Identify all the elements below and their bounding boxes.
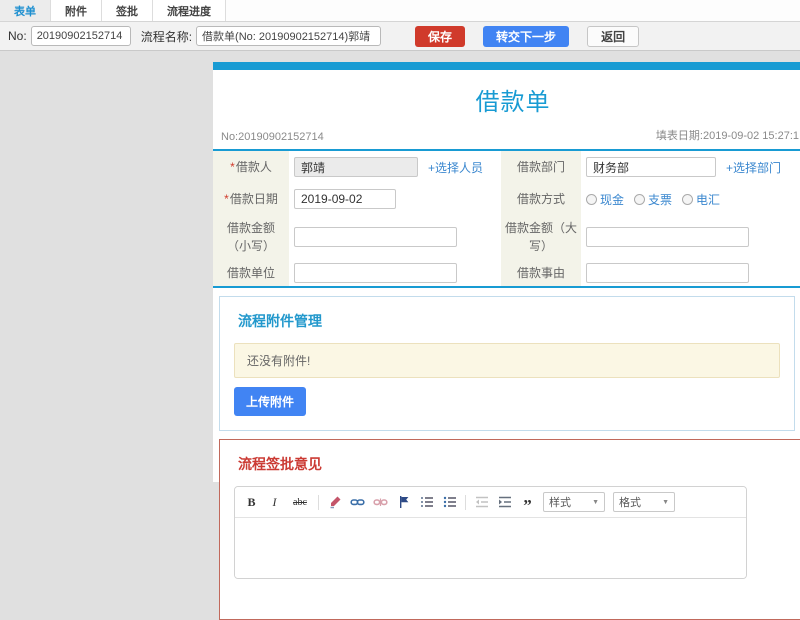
select-department-link[interactable]: +选择部门 [726, 159, 781, 176]
department-field-cell: +选择部门 [581, 151, 800, 183]
borrower-label: 借款人 [235, 160, 272, 174]
tab-approval-label: 签批 [116, 5, 138, 18]
loan-date-label: 借款日期 [229, 192, 278, 206]
reason-label-cell: 借款事由 [501, 259, 581, 286]
loan-method-radio-group: 现金 支票 电汇 [586, 191, 720, 208]
save-button[interactable]: 保存 [415, 25, 466, 47]
attachment-section: 流程附件管理 还没有附件! 上传附件 [219, 296, 795, 431]
radio-wire-label: 电汇 [696, 192, 721, 207]
chevron-down-icon: ▼ [592, 498, 599, 506]
tab-progress[interactable]: 流程进度 [153, 0, 226, 21]
method-field-cell: 现金 支票 电汇 [581, 183, 800, 215]
tab-form[interactable]: 表单 [0, 0, 51, 21]
panel-top-bar [213, 62, 800, 70]
tab-attachments-label: 附件 [65, 5, 87, 18]
approval-section: 流程签批意见 B I abc ” 样式 ▼ 格式 ▼ [219, 439, 800, 620]
radio-cheque[interactable]: 支票 [634, 191, 672, 208]
format-dropdown[interactable]: 格式 ▼ [613, 492, 675, 512]
page-title: 借款单 [475, 89, 551, 116]
amount-upper-input[interactable] [586, 227, 749, 247]
upload-attachment-button[interactable]: 上传附件 [234, 387, 307, 416]
amount-upper-field-cell [581, 215, 800, 259]
format-dropdown-label: 格式 [619, 497, 641, 509]
reason-label: 借款事由 [516, 265, 565, 280]
attachment-heading: 流程附件管理 [238, 313, 322, 329]
radio-cash[interactable]: 现金 [586, 191, 624, 208]
chevron-down-icon: ▼ [662, 498, 669, 506]
amount-lower-input[interactable] [294, 227, 457, 247]
loan-date-field-cell [289, 183, 501, 215]
radio-cash-circle[interactable] [586, 193, 597, 205]
borrower-field-cell: +选择人员 [289, 151, 501, 183]
process-name-input[interactable] [196, 26, 382, 46]
rich-text-editor: B I abc ” 样式 ▼ 格式 ▼ [234, 486, 747, 579]
department-label: 借款部门 [516, 160, 565, 174]
required-mark: * [224, 192, 229, 206]
department-input[interactable] [586, 157, 716, 177]
action-toolbar: No: 流程名称: 保存 转交下一步 返回 [0, 22, 800, 51]
amount-lower-label-cell: 借款金额（小写） [213, 215, 289, 259]
borrower-input[interactable] [294, 157, 418, 177]
method-label: 借款方式 [516, 192, 565, 206]
amount-lower-label: 借款金额（小写） [226, 221, 275, 253]
tab-approval[interactable]: 签批 [102, 0, 153, 21]
remove-format-icon[interactable] [327, 494, 342, 510]
loan-form-table: *借款人 +选择人员 借款部门 +选择部门 *借款日期 借款方式 现金 [213, 149, 800, 288]
required-mark: * [230, 160, 235, 174]
loan-date-label-cell: * 借款日期 [213, 183, 289, 215]
italic-icon[interactable]: I [267, 494, 282, 510]
unlink-icon[interactable] [373, 494, 388, 510]
radio-wire[interactable]: 电汇 [682, 191, 720, 208]
strikethrough-icon[interactable]: abc [290, 494, 310, 510]
tab-bar: 表单 附件 签批 流程进度 [0, 0, 800, 22]
process-name-label: 流程名称: [140, 29, 193, 44]
tab-form-label: 表单 [14, 5, 36, 18]
unit-label-cell: 借款单位 [213, 259, 289, 286]
amount-upper-label-cell: 借款金额（大写） [501, 215, 581, 259]
tab-attachments[interactable]: 附件 [51, 0, 102, 21]
styles-dropdown-label: 样式 [549, 497, 571, 509]
amount-upper-label: 借款金额（大写） [505, 221, 578, 253]
unit-input[interactable] [294, 262, 457, 283]
borrower-label-cell: * 借款人 [213, 151, 289, 183]
doc-number: No:20190902152714 [221, 131, 324, 143]
no-label: No: [8, 29, 27, 43]
styles-dropdown[interactable]: 样式 ▼ [543, 492, 605, 512]
toolbar-separator [465, 494, 466, 510]
unit-field-cell [289, 259, 501, 286]
fill-date: 填表日期:2019-09-02 15:27:1 [655, 130, 799, 142]
blockquote-icon[interactable]: ” [520, 494, 535, 514]
loan-form-panel: 借款单 No:20190902152714 填表日期:2019-09-02 15… [213, 62, 800, 620]
bold-icon[interactable]: B [244, 494, 259, 510]
form-meta-row: No:20190902152714 填表日期:2019-09-02 15:27:… [213, 127, 800, 149]
select-person-link[interactable]: +选择人员 [428, 159, 483, 176]
reason-field-cell [581, 259, 800, 286]
numbered-list-icon[interactable] [419, 494, 434, 510]
tab-progress-label: 流程进度 [167, 5, 211, 18]
method-label-cell: 借款方式 [501, 183, 581, 215]
no-attachment-alert: 还没有附件! [234, 343, 780, 378]
anchor-flag-icon[interactable] [396, 494, 411, 510]
unit-label: 借款单位 [226, 265, 275, 280]
no-input[interactable] [30, 26, 131, 46]
radio-wire-circle[interactable] [682, 193, 694, 205]
toolbar-separator [318, 494, 319, 510]
radio-cheque-circle[interactable] [634, 193, 646, 205]
radio-cheque-label: 支票 [648, 192, 673, 207]
amount-lower-field-cell [289, 215, 501, 259]
radio-cash-label: 现金 [600, 192, 625, 207]
link-icon[interactable] [350, 494, 365, 510]
loan-date-input[interactable] [294, 189, 396, 209]
editor-toolbar: B I abc ” 样式 ▼ 格式 ▼ [235, 487, 746, 518]
indent-icon[interactable] [497, 494, 512, 510]
next-step-button[interactable]: 转交下一步 [483, 25, 570, 47]
outdent-icon[interactable] [474, 494, 489, 510]
department-label-cell: 借款部门 [501, 151, 581, 183]
bullet-list-icon[interactable] [442, 494, 457, 510]
reason-input[interactable] [586, 262, 749, 283]
editor-content-area[interactable] [235, 518, 746, 578]
back-button[interactable]: 返回 [587, 25, 640, 47]
approval-heading: 流程签批意见 [238, 456, 322, 472]
